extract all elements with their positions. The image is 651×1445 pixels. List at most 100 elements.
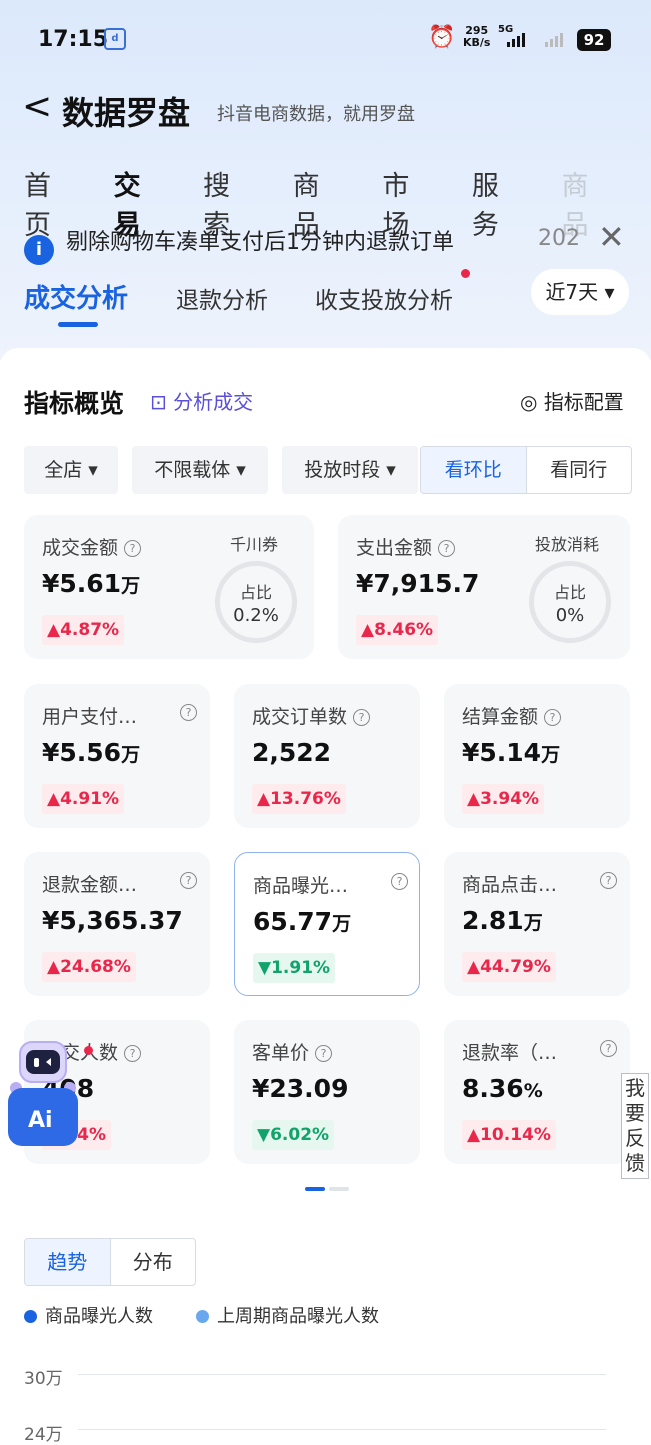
legend-item-current[interactable]: 商品曝光人数 (24, 1302, 153, 1328)
metric-label: 退款金额… (42, 874, 138, 896)
info-icon: i (24, 235, 54, 265)
metric-delta: ▲10.14% (462, 1120, 556, 1150)
metric-value: 65.77万 (253, 907, 352, 936)
page-subtitle: 抖音电商数据，就用罗盘 (217, 104, 415, 125)
legend-dot (24, 1310, 37, 1323)
metric-card-refund-amount[interactable]: 退款金额… ? ¥5,365.37 ▲24.68% (24, 852, 210, 996)
help-icon[interactable]: ? (353, 709, 371, 726)
battery-icon: 92 (577, 29, 611, 51)
period-select[interactable]: 近7天 ▾ (531, 269, 629, 315)
metric-label: 成交金额 (42, 537, 119, 559)
new-badge-dot (461, 269, 470, 278)
legend-item-previous[interactable]: 上周期商品曝光人数 (196, 1302, 379, 1328)
metric-card-user-pay[interactable]: 用户支付… ? ¥5.56万 ▲4.91% (24, 684, 210, 828)
subtab-spend-analysis[interactable]: 收支投放分析 (315, 281, 453, 315)
metric-config-button[interactable]: ◎ 指标配置 (520, 386, 624, 415)
help-icon[interactable]: ? (600, 872, 617, 889)
metric-card-clicks[interactable]: 商品点击… ? 2.81万 ▲44.79% (444, 852, 630, 996)
metric-label: 退款率（… (462, 1042, 558, 1064)
metric-delta: ▲44.79% (462, 952, 556, 982)
section-title: 指标概览 (24, 389, 125, 418)
metric-label: 结算金额 (462, 706, 539, 728)
metric-card-orders[interactable]: 成交订单数? 2,522 ▲13.76% (234, 684, 420, 828)
notice-year: 202 (538, 226, 580, 251)
metric-value: ¥5,365.37 (42, 906, 183, 935)
metric-card-refund-rate[interactable]: 退款率（… ? 8.36% ▲10.14% (444, 1020, 630, 1164)
tab-home[interactable]: 首页 (24, 164, 70, 242)
help-icon[interactable]: ? (315, 1045, 333, 1062)
ai-robot-icon: ⊡ (150, 390, 174, 414)
help-icon[interactable]: ? (438, 540, 456, 557)
help-icon[interactable]: ? (180, 704, 197, 721)
ai-robot-icon[interactable]: Ai (8, 1036, 78, 1148)
metric-value: ¥5.14万 (462, 738, 561, 767)
metric-value: ¥7,915.7 (356, 569, 480, 598)
chevron-left-icon[interactable]: < (22, 86, 52, 127)
y-tick-label: 24万 (24, 1425, 63, 1445)
compare-period-button[interactable]: 看环比 (421, 447, 527, 493)
metric-delta: ▲4.91% (42, 784, 125, 814)
compare-peer-button[interactable]: 看同行 (527, 447, 632, 493)
status-time: 17:15 (38, 27, 109, 52)
ring-title: 投放消耗 (535, 535, 600, 554)
trend-tab[interactable]: 趋势 (25, 1239, 111, 1285)
alarm-icon: ⏰ (428, 25, 456, 50)
settings-icon: ◎ (520, 390, 544, 414)
help-icon[interactable]: ? (124, 540, 142, 557)
network-speed: 295 KB/s (463, 24, 491, 49)
carrier-filter[interactable]: 不限载体 ▾ (132, 446, 268, 494)
notification-dot (84, 1046, 93, 1055)
page-title: 数据罗盘 (62, 94, 191, 132)
metric-card-gmv[interactable]: 成交金额? ¥5.61万 ▲4.87% 千川券 占比 0.2% (24, 515, 314, 659)
distribution-tab[interactable]: 分布 (111, 1239, 196, 1285)
time-filter[interactable]: 投放时段 ▾ (282, 446, 418, 494)
subtab-refund-analysis[interactable]: 退款分析 (176, 281, 268, 315)
metric-delta: ▲4.87% (42, 615, 125, 645)
metric-label: 商品曝光… (253, 875, 349, 897)
metric-delta: ▲24.68% (42, 952, 136, 982)
help-icon[interactable]: ? (180, 872, 197, 889)
metric-label: 成交订单数 (252, 706, 348, 728)
help-icon[interactable]: ? (600, 1040, 617, 1057)
signal-icon (507, 33, 525, 47)
feedback-button[interactable]: 我要反馈 (621, 1073, 649, 1179)
metric-card-exposure[interactable]: 商品曝光… ? 65.77万 ▼1.91% (234, 852, 420, 996)
share-ring: 占比 0.2% (215, 561, 297, 643)
compare-toggle: 看环比 看同行 (420, 446, 632, 494)
metric-value: ¥5.61万 (42, 569, 141, 598)
trend-toggle: 趋势 分布 (24, 1238, 196, 1286)
ring-title: 千川券 (230, 535, 279, 554)
y-tick-label: 30万 (24, 1369, 63, 1389)
metric-delta: ▼1.91% (253, 953, 336, 983)
close-icon[interactable]: ✕ (598, 218, 625, 256)
metric-delta: ▼6.02% (252, 1120, 335, 1150)
metric-card-settlement[interactable]: 结算金额? ¥5.14万 ▲3.94% (444, 684, 630, 828)
metric-label: 用户支付… (42, 706, 138, 728)
metric-card-aov[interactable]: 客单价? ¥23.09 ▼6.02% (234, 1020, 420, 1164)
signal-2-icon (545, 33, 563, 47)
page-indicator-active[interactable] (305, 1187, 325, 1191)
ai-analysis-link[interactable]: ⊡ 分析成交 (150, 386, 253, 415)
subtab-underline (58, 322, 98, 327)
notice-text[interactable]: 剔除购物车凑单支付后1分钟内退款订单 (66, 224, 454, 256)
share-ring: 占比 0% (529, 561, 611, 643)
metric-value: ¥5.56万 (42, 738, 141, 767)
help-icon[interactable]: ? (124, 1045, 142, 1062)
svg-text:Ai: Ai (28, 1108, 53, 1133)
metric-value: 8.36% (462, 1074, 543, 1103)
help-icon[interactable]: ? (544, 709, 562, 726)
metric-card-spend[interactable]: 支出金额? ¥7,915.7 ▲8.46% 投放消耗 占比 0% (338, 515, 630, 659)
help-icon[interactable]: ? (391, 873, 408, 890)
page-indicator[interactable] (329, 1187, 349, 1191)
subtab-deal-analysis[interactable]: 成交分析 (24, 278, 128, 315)
tab-service[interactable]: 服务 (472, 164, 518, 242)
app-notification-icon: d (104, 28, 126, 50)
metric-delta: ▲13.76% (252, 784, 346, 814)
metric-delta: ▲3.94% (462, 784, 545, 814)
store-filter[interactable]: 全店 ▾ (24, 446, 118, 494)
metric-label: 支出金额 (356, 537, 433, 559)
legend-dot (196, 1310, 209, 1323)
metric-label: 客单价 (252, 1042, 310, 1064)
metric-value: 2,522 (252, 738, 332, 767)
metric-value: 2.81万 (462, 906, 543, 935)
